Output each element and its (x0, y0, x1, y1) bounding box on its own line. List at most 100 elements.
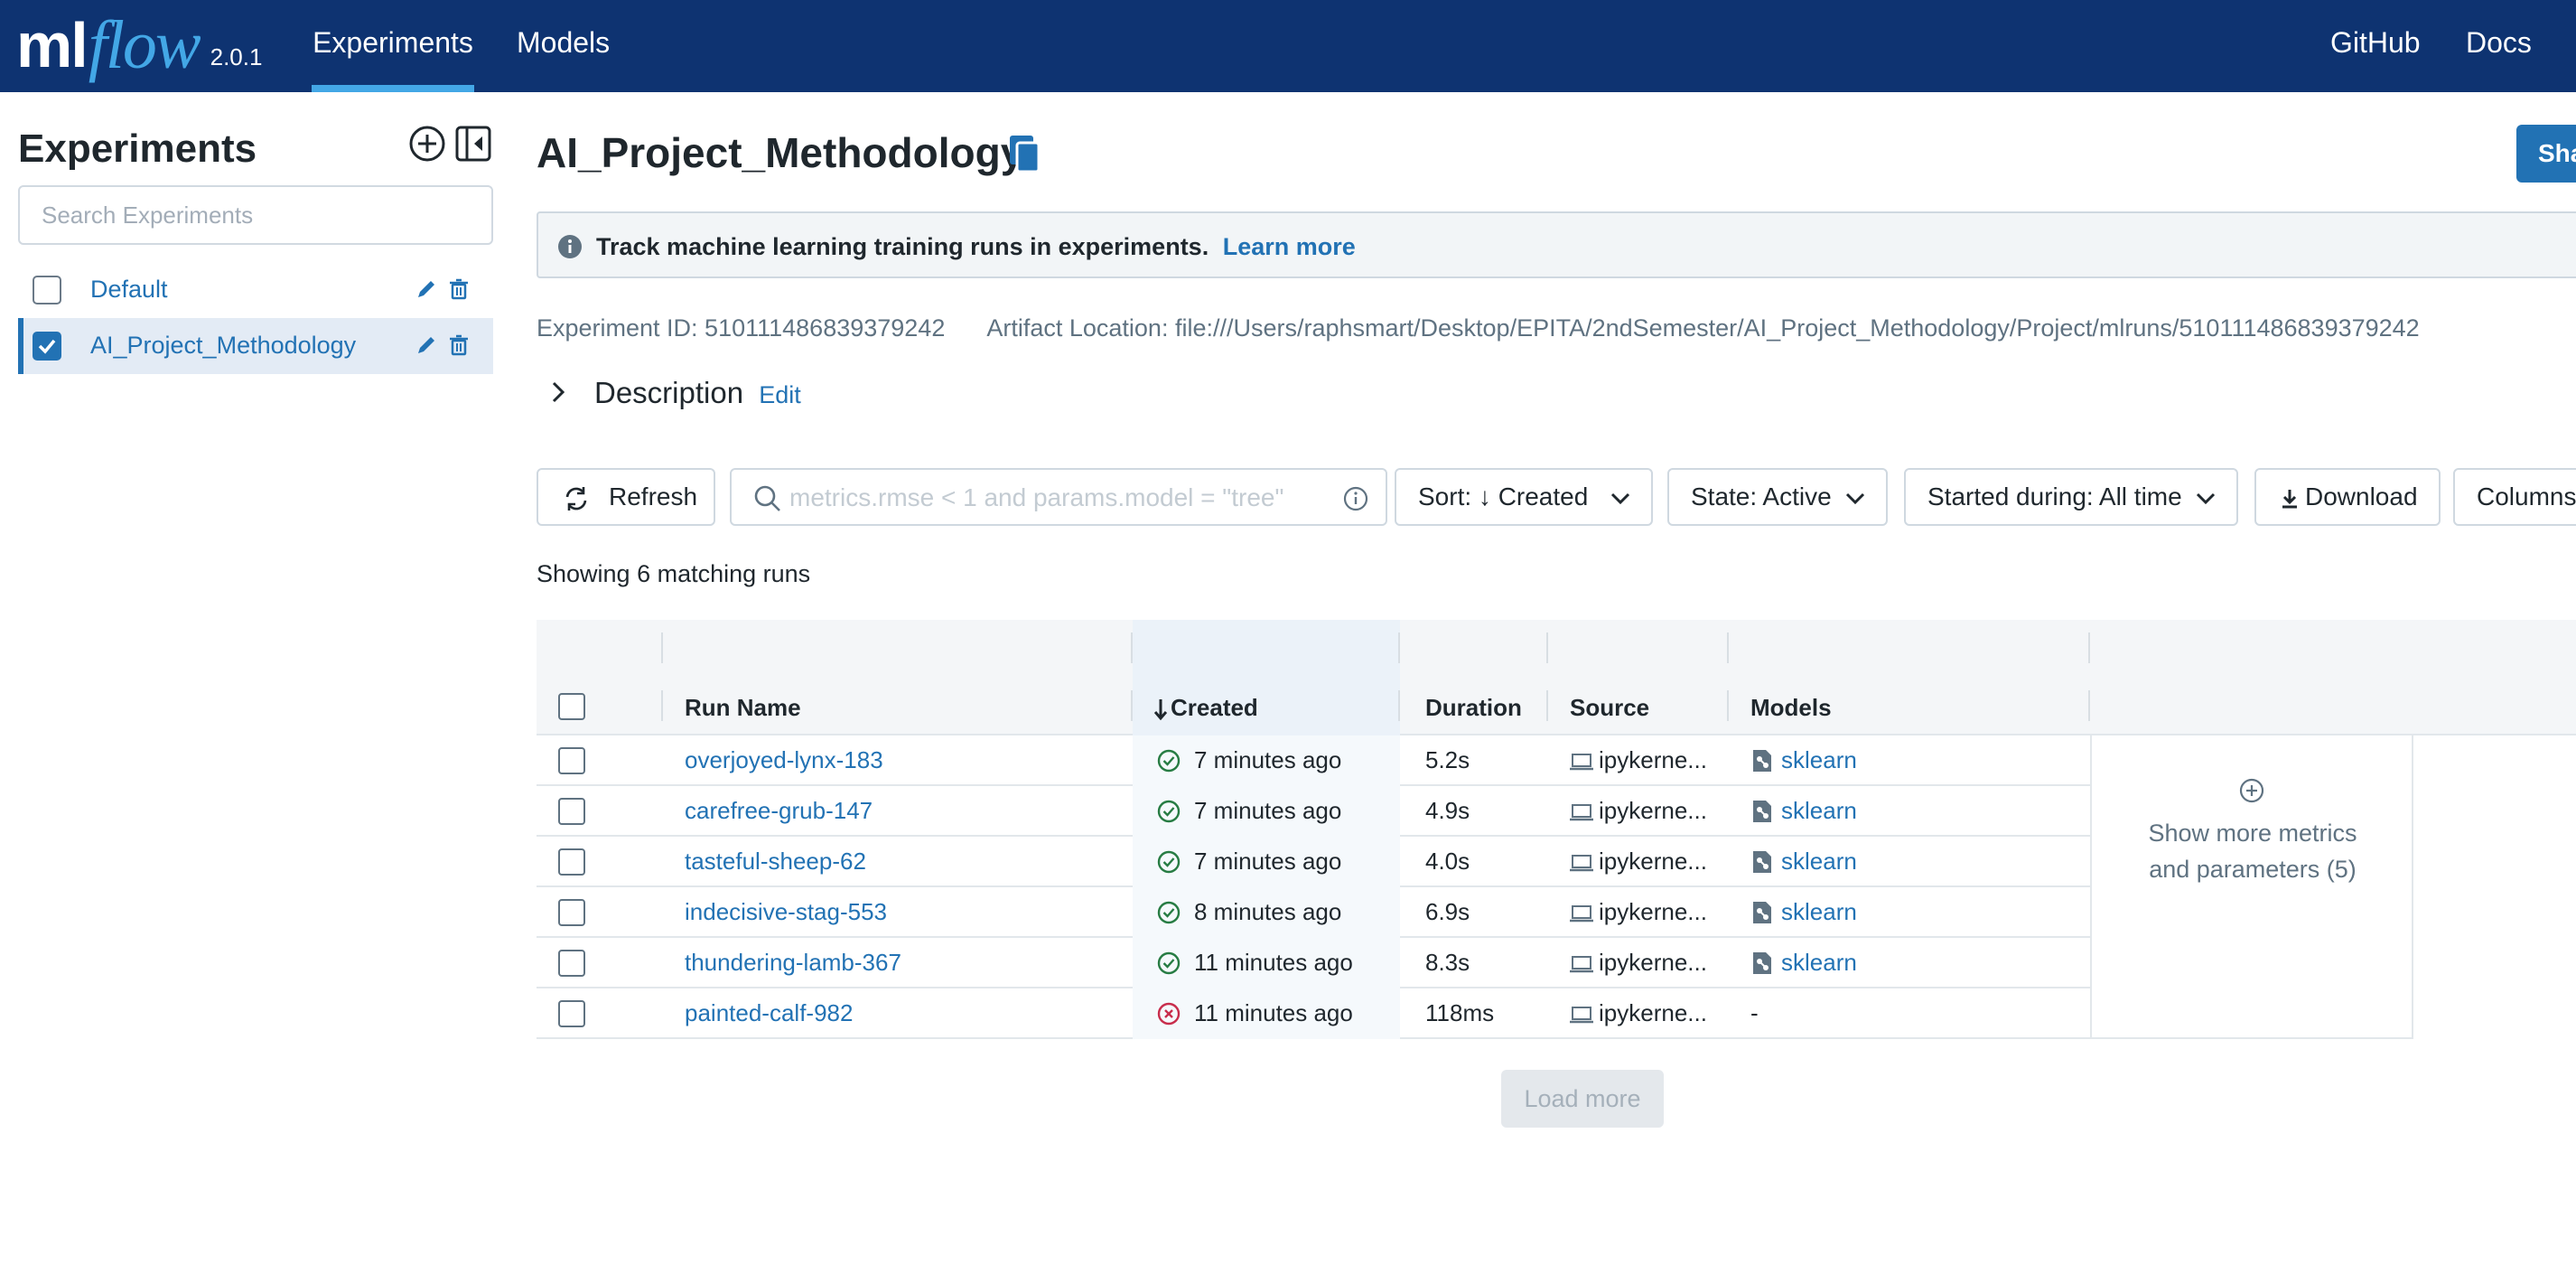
duration-value: 118ms (1425, 999, 1495, 1026)
row-checkbox[interactable] (558, 747, 585, 774)
sort-dropdown[interactable]: Sort: ↓ Created (1395, 468, 1653, 526)
model-link[interactable]: sklearn (1781, 746, 1857, 774)
run-name-link[interactable]: painted-calf-982 (685, 999, 853, 1027)
nav-tab-experiments[interactable]: Experiments (312, 0, 474, 92)
model-link[interactable]: sklearn (1781, 949, 1857, 977)
header-duration[interactable]: Duration (1425, 694, 1522, 722)
column-divider (661, 632, 663, 663)
description-edit-link[interactable]: Edit (759, 381, 801, 408)
model-link[interactable]: sklearn (1781, 848, 1857, 876)
edit-pencil-icon[interactable] (414, 276, 439, 302)
created-time: 11 minutes ago (1194, 999, 1353, 1026)
refresh-button[interactable]: Refresh (537, 468, 715, 526)
column-divider (1546, 632, 1548, 663)
banner-text: Track machine learning training runs in … (596, 233, 1356, 261)
load-more-button[interactable]: Load more (1501, 1070, 1664, 1128)
row-checkbox[interactable] (558, 1000, 585, 1027)
runs-search-box[interactable] (730, 468, 1387, 526)
column-divider (1727, 690, 1729, 721)
run-name-link[interactable]: tasteful-sheep-62 (685, 848, 866, 876)
run-name-link[interactable]: overjoyed-lynx-183 (685, 746, 883, 774)
failed-x-icon (1157, 1002, 1181, 1026)
notebook-source-icon (1570, 804, 1593, 821)
runs-search-input[interactable] (789, 479, 1328, 517)
row-checkbox[interactable] (558, 848, 585, 876)
run-name-link[interactable]: thundering-lamb-367 (685, 949, 901, 977)
table-row[interactable]: tasteful-sheep-62 7 minutes ago 4.0s ipy… (537, 837, 2090, 887)
table-row[interactable]: painted-calf-982 11 minutes ago 118ms ip… (537, 988, 2090, 1039)
search-icon (754, 485, 780, 511)
select-all-checkbox[interactable] (558, 693, 585, 720)
source-value[interactable]: ipykerne... (1599, 949, 1707, 977)
model-icon (1753, 851, 1771, 873)
info-banner: Track machine learning training runs in … (537, 211, 2576, 278)
table-header-row (537, 678, 2576, 735)
header-models[interactable]: Models (1750, 694, 1832, 722)
table-group-header (537, 620, 2576, 678)
state-filter-dropdown[interactable]: State: Active (1667, 468, 1888, 526)
nav-tab-models[interactable]: Models (517, 0, 610, 92)
collapse-sidebar-icon[interactable] (454, 125, 492, 163)
experiment-item-ai-project-methodology[interactable]: AI_Project_Methodology (18, 318, 493, 374)
duration-value: 6.9s (1425, 898, 1470, 925)
experiments-sidebar: Experiments Default AI_Project_Metho (18, 92, 493, 1274)
experiment-item-default[interactable]: Default (18, 262, 493, 318)
copy-icon[interactable] (1006, 134, 1042, 173)
header-run-name[interactable]: Run Name (685, 694, 801, 722)
add-experiment-icon[interactable] (408, 125, 446, 163)
table-row[interactable]: overjoyed-lynx-183 7 minutes ago 5.2s ip… (537, 735, 2090, 786)
delete-trash-icon[interactable] (446, 333, 471, 358)
row-checkbox[interactable] (558, 899, 585, 926)
run-name-link[interactable]: indecisive-stag-553 (685, 898, 887, 926)
table-row[interactable]: carefree-grub-147 7 minutes ago 4.9s ipy… (537, 786, 2090, 837)
source-value[interactable]: ipykerne... (1599, 848, 1707, 876)
created-time: 7 minutes ago (1194, 746, 1342, 773)
header-source[interactable]: Source (1570, 694, 1649, 722)
nav-link-github[interactable]: GitHub (2330, 0, 2421, 92)
source-value[interactable]: ipykerne... (1599, 746, 1707, 774)
source-value[interactable]: ipykerne... (1599, 898, 1707, 926)
experiment-checkbox[interactable] (33, 276, 61, 304)
show-more-text: Show more metrics and parameters (5) (2092, 815, 2413, 887)
show-more-columns-panel[interactable]: Show more metrics and parameters (5) (2090, 735, 2413, 1039)
model-link[interactable]: sklearn (1781, 797, 1857, 825)
success-check-icon (1157, 951, 1181, 975)
header-created[interactable]: Created (1171, 694, 1258, 722)
edit-pencil-icon[interactable] (414, 333, 439, 358)
source-value[interactable]: ipykerne... (1599, 797, 1707, 825)
state-label: State: Active (1691, 482, 1832, 511)
row-checkbox[interactable] (558, 798, 585, 825)
logo-ml-text: ml (16, 10, 89, 80)
sidebar-title: Experiments (18, 126, 257, 171)
run-name-link[interactable]: carefree-grub-147 (685, 797, 873, 825)
delete-trash-icon[interactable] (446, 276, 471, 302)
columns-label: Columns (2477, 482, 2576, 511)
search-experiments-input[interactable] (18, 185, 493, 245)
table-row[interactable]: indecisive-stag-553 8 minutes ago 6.9s i… (537, 887, 2090, 938)
experiment-checkbox-checked[interactable] (33, 332, 61, 361)
description-label[interactable]: Description (594, 376, 743, 409)
table-row[interactable]: thundering-lamb-367 11 minutes ago 8.3s … (537, 938, 2090, 988)
column-divider (2088, 632, 2090, 663)
experiment-name[interactable]: AI_Project_Methodology (90, 332, 356, 360)
version-label: 2.0.1 (210, 42, 263, 70)
chevron-right-icon[interactable] (546, 379, 571, 405)
row-checkbox[interactable] (558, 950, 585, 977)
model-empty: - (1750, 999, 1759, 1026)
download-button[interactable]: Download (2254, 468, 2441, 526)
refresh-label: Refresh (609, 482, 698, 511)
nav-link-docs[interactable]: Docs (2466, 0, 2532, 92)
mlflow-logo[interactable]: ml flow 2.0.1 (16, 0, 262, 90)
columns-button[interactable]: Columns (2453, 468, 2576, 526)
source-value[interactable]: ipykerne... (1599, 999, 1707, 1027)
duration-value: 8.3s (1425, 949, 1470, 976)
plus-circle-icon (2239, 778, 2264, 803)
share-button[interactable]: Sha (2516, 125, 2576, 183)
show-more-line-2: and parameters (5) (2149, 856, 2357, 883)
started-during-dropdown[interactable]: Started during: All time (1904, 468, 2238, 526)
experiment-name[interactable]: Default (90, 276, 168, 304)
model-link[interactable]: sklearn (1781, 898, 1857, 926)
logo-flow-text: flow (88, 6, 201, 83)
learn-more-link[interactable]: Learn more (1223, 233, 1356, 260)
info-circle-icon[interactable] (1342, 485, 1369, 512)
